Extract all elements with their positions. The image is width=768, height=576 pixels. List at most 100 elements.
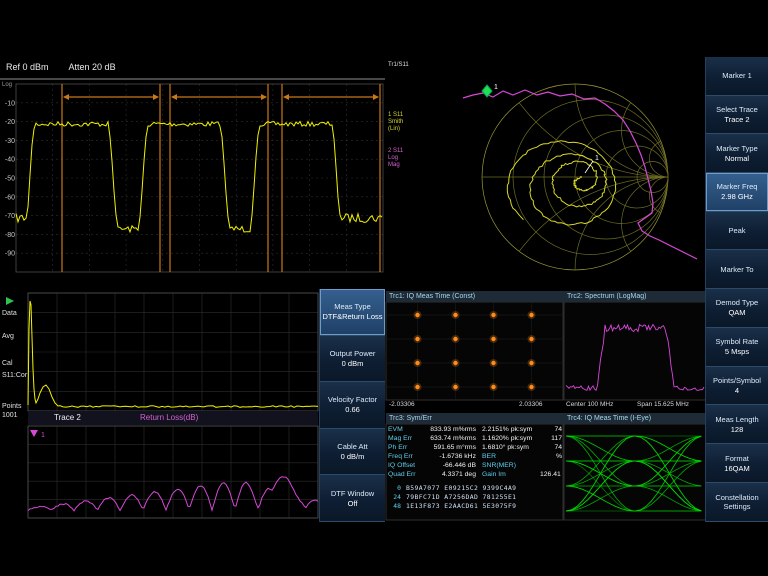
const-panel bbox=[386, 302, 563, 400]
menu-item-symbol-rate[interactable]: Symbol Rate5 Msps bbox=[706, 328, 768, 367]
symerr-cell: SNR(MER) bbox=[476, 461, 540, 470]
menu-item-label: Marker Freq bbox=[717, 182, 758, 191]
svg-text:-20: -20 bbox=[5, 119, 15, 126]
vna-trace-annotations: Tr1/S11 1 S11Smith(Lin) 2 S11LogMag bbox=[388, 62, 409, 69]
vna-trace1-info: 1 S11Smith(Lin) bbox=[388, 112, 403, 133]
menu-item-label: Marker Type bbox=[716, 144, 758, 153]
symerr-cell: BER bbox=[476, 452, 540, 461]
menu-item-label: Format bbox=[725, 454, 749, 463]
menu-item-label: Output Power bbox=[330, 349, 376, 358]
menu-item-meas-type[interactable]: Meas TypeDTF&Return Loss bbox=[320, 289, 385, 336]
symerr-cell: Gain Im bbox=[476, 470, 540, 479]
symerr-cell: 74 bbox=[540, 425, 562, 434]
symerr-row: EVM833.93 m%rms2.2151% pk:sym74 bbox=[388, 425, 562, 434]
eye-panel bbox=[564, 424, 706, 520]
symerr-cell: 833.93 m%rms bbox=[421, 425, 476, 434]
symerr-cell: 2.2151% pk:sym bbox=[476, 425, 540, 434]
menu-item-peak[interactable]: Peak bbox=[706, 212, 768, 251]
smith-chart-graticule bbox=[482, 84, 668, 270]
vna-smith-chart-quadrant: 11 Tr1/S11 1 S11Smith(Lin) 2 S11LogMag M… bbox=[385, 57, 768, 289]
menu-item-marker-1[interactable]: Marker 1 bbox=[706, 57, 768, 96]
const-xmax-label: 2.03306 bbox=[519, 401, 543, 408]
symerr-cell: Mag Err bbox=[388, 434, 421, 443]
trace-info-line: 2 S11 bbox=[388, 148, 403, 155]
vna-center-marker-label: 1 bbox=[595, 155, 599, 162]
menu-item-label: Peak bbox=[728, 226, 745, 235]
vna-softkey-menu: Marker 1Select TraceTrace 2Marker TypeNo… bbox=[705, 57, 768, 289]
menu-item-dtf-window[interactable]: DTF WindowOff bbox=[320, 475, 385, 522]
cat-graticule bbox=[28, 293, 318, 518]
menu-item-demod-type[interactable]: Demod TypeQAM bbox=[706, 289, 768, 328]
cat-status-avg: Avg bbox=[2, 333, 14, 340]
cat-status-cal: Cal bbox=[2, 360, 13, 367]
menu-item-value: QAM bbox=[728, 308, 745, 317]
cat-softkey-menu: Meas TypeDTF&Return LossOutput Power0 dB… bbox=[319, 289, 385, 522]
trace-info-line: Log bbox=[388, 155, 403, 162]
sa-ref-level-readout[interactable]: Ref 0 dBm bbox=[6, 62, 49, 72]
spectrum-analyzer-quadrant: -10-20-30-40-50-60-70-80-90 Ref 0 dBm At… bbox=[0, 57, 385, 289]
menu-item-label: Select Trace bbox=[716, 105, 758, 114]
cat-status-data: Data bbox=[2, 310, 17, 317]
symerr-cell: 1.1620% pk:sym bbox=[476, 434, 540, 443]
menu-item-marker-to[interactable]: Marker To bbox=[706, 250, 768, 289]
vsa-demod-quadrant: Trc1: IQ Meas Time (Const) Trc2: Spectru… bbox=[385, 289, 768, 522]
trc4-header[interactable]: Trc4: IQ Meas Time (I-Eye) bbox=[564, 413, 709, 424]
symbol-hex-cell: 79BFC71D A7256DAD 781255E1 bbox=[406, 493, 516, 502]
symerr-cell: 74 bbox=[540, 443, 562, 452]
smith-chart-canvas: 11 bbox=[385, 57, 706, 289]
menu-item-value: 0.66 bbox=[345, 405, 360, 414]
menu-item-output-power[interactable]: Output Power0 dBm bbox=[320, 336, 385, 383]
cat-status-column: DataAvgCalS11:CorPoints1001 bbox=[2, 289, 29, 522]
sa-scale-type-label: Log bbox=[2, 82, 12, 88]
trace-info-line: 1 S11 bbox=[388, 112, 403, 119]
symbol-hex-cell: 24 bbox=[388, 493, 401, 502]
trc2-header[interactable]: Trc2: Spectrum (LogMag) bbox=[564, 291, 709, 302]
sa-y-axis-labels: -10-20-30-40-50-60-70-80-90 bbox=[5, 100, 15, 257]
symerr-row: Ph Err591.65 m°rms1.6810° pk:sym74 bbox=[388, 443, 562, 452]
menu-item-velocity-factor[interactable]: Velocity Factor0.66 bbox=[320, 382, 385, 429]
symerr-cell: Freq Err bbox=[388, 452, 421, 461]
symbol-hex-row: 0B59A7077 E09215C2 9399C4A9 bbox=[388, 484, 562, 493]
vna-active-trace-label: Tr1/S11 bbox=[388, 62, 409, 69]
menu-item-value: 16QAM bbox=[724, 464, 749, 473]
cat-trace2-label: Trace 2 bbox=[54, 413, 81, 422]
spectrum-span-label: Span 15.625 MHz bbox=[637, 401, 689, 408]
cable-antenna-test-quadrant: 1 DataAvgCalS11:CorPoints1001 Trace 2 Re… bbox=[0, 289, 385, 522]
symerr-cell: 117 bbox=[540, 434, 562, 443]
menu-item-meas-length[interactable]: Meas Length128 bbox=[706, 405, 768, 444]
menu-item-label: Demod Type bbox=[716, 298, 758, 307]
spectrum-center-label: Center 100 MHz bbox=[566, 401, 613, 408]
trc3-header[interactable]: Trc3: Sym/Err bbox=[386, 413, 566, 424]
svg-text:-80: -80 bbox=[5, 232, 15, 239]
menu-item-label: Velocity Factor bbox=[328, 395, 377, 404]
menu-item-label: Meas Length bbox=[715, 415, 758, 424]
menu-item-value: 4 bbox=[735, 386, 739, 395]
spectrum-panel bbox=[564, 302, 706, 400]
menu-item-points-symbol[interactable]: Points/Symbol4 bbox=[706, 367, 768, 406]
menu-item-constellation-settings[interactable]: Constellation Settings bbox=[706, 483, 768, 522]
trc1-header[interactable]: Trc1: IQ Meas Time (Const) bbox=[386, 291, 566, 302]
symerr-row: IQ Offset-66.446 dBSNR(MER) bbox=[388, 461, 562, 470]
sa-atten-readout[interactable]: Atten 20 dB bbox=[69, 62, 116, 72]
menu-item-format[interactable]: Format16QAM bbox=[706, 444, 768, 483]
symbol-hex-row: 481E13F873 E2AACD61 5E3075F9 bbox=[388, 502, 562, 511]
symerr-table: EVM833.93 m%rms2.2151% pk:sym74Mag Err63… bbox=[388, 425, 562, 511]
symerr-cell: 633.74 m%rms bbox=[421, 434, 476, 443]
symerr-cell: 126.41 mdB bbox=[540, 470, 562, 479]
menu-item-value: 0 dBm bbox=[342, 359, 364, 368]
menu-item-value: Normal bbox=[725, 154, 749, 163]
trace-info-line: Mag bbox=[388, 162, 403, 169]
vsa-softkey-menu: Demod TypeQAMSymbol Rate5 MspsPoints/Sym… bbox=[705, 289, 768, 522]
vna-marker1-diamond bbox=[482, 85, 492, 97]
menu-item-marker-freq[interactable]: Marker Freq2.98 GHz bbox=[706, 173, 768, 212]
sa-header: Ref 0 dBm Atten 20 dB bbox=[6, 62, 116, 72]
symerr-cell: -1.6736 kHz bbox=[421, 452, 476, 461]
symerr-cell: Quad Err bbox=[388, 470, 421, 479]
menu-item-cable-att[interactable]: Cable Att0 dB/m bbox=[320, 429, 385, 476]
cat-status-1001: 1001 bbox=[2, 412, 18, 419]
symerr-cell bbox=[540, 461, 562, 470]
menu-item-marker-type[interactable]: Marker TypeNormal bbox=[706, 134, 768, 173]
menu-item-select-trace[interactable]: Select TraceTrace 2 bbox=[706, 96, 768, 135]
cat-trace2-header[interactable]: Trace 2 Return Loss(dB) bbox=[28, 411, 318, 425]
sa-plot-canvas: -10-20-30-40-50-60-70-80-90 bbox=[0, 57, 385, 289]
